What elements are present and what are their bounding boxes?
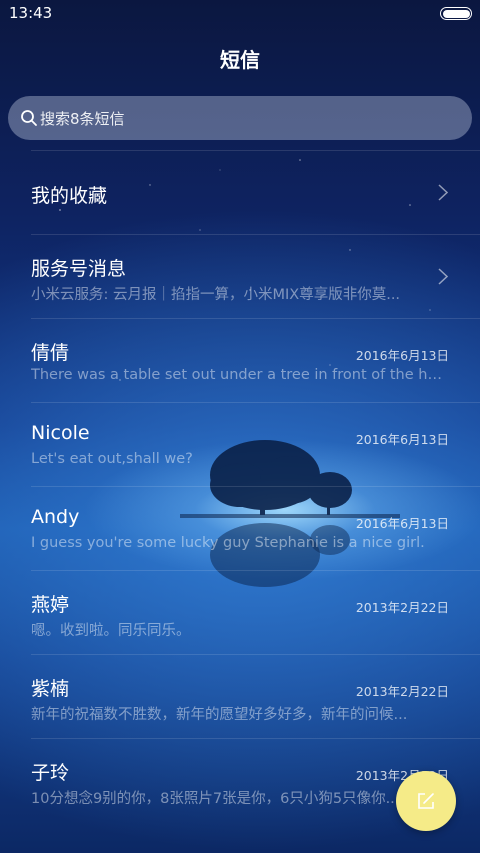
conversation-title: Nicole	[31, 422, 90, 444]
conversation-date: 2013年2月22日	[355, 600, 449, 615]
search-placeholder: 搜索8条短信	[40, 109, 125, 128]
conversation-title: 紫楠	[31, 678, 70, 700]
conversation-date: 2016年6月13日	[355, 348, 449, 363]
list-item-service-messages[interactable]: 服务号消息 小米云服务: 云月报｜掐指一算，小米MIX尊享版非你莫...	[31, 234, 480, 318]
conversation-preview: Let's eat out,shall we?	[31, 451, 193, 467]
status-bar: 13:43	[0, 0, 480, 28]
conversation-preview: 新年的祝福数不胜数，新年的愿望好多好多，新年的问候...	[31, 707, 408, 723]
conversation-date: 2016年6月13日	[355, 516, 449, 531]
list-item-conversation[interactable]: 燕婷 2013年2月22日 嗯。收到啦。同乐同乐。	[31, 570, 480, 654]
conversation-title: 我的收藏	[31, 185, 108, 207]
chevron-right-icon	[438, 268, 448, 285]
conversation-preview: There was a table set out under a tree i…	[31, 367, 447, 383]
conversation-date: 2013年2月22日	[355, 684, 449, 699]
conversation-list: 我的收藏 服务号消息 小米云服务: 云月报｜掐指一算，小米MIX尊享版非你莫..…	[0, 150, 480, 822]
page-title: 短信	[220, 48, 260, 72]
search-bar[interactable]: 搜索8条短信	[8, 96, 472, 140]
conversation-title: 服务号消息	[31, 258, 127, 280]
list-item-conversation[interactable]: 紫楠 2013年2月22日 新年的祝福数不胜数，新年的愿望好多好多，新年的问候.…	[31, 654, 480, 738]
list-item-conversation[interactable]: 倩倩 2016年6月13日 There was a table set out …	[31, 318, 480, 402]
compose-button[interactable]	[396, 771, 456, 831]
conversation-title: 子玲	[31, 762, 70, 784]
conversation-title: Andy	[31, 506, 80, 528]
chevron-right-icon	[438, 184, 448, 201]
battery-icon	[440, 7, 472, 20]
conversation-preview: 10分想念9别的你，8张照片7张是你，6只小狗5只像你...	[31, 791, 400, 807]
conversation-date: 2016年6月13日	[355, 432, 449, 447]
conversation-title: 燕婷	[31, 594, 70, 616]
conversation-preview: 嗯。收到啦。同乐同乐。	[31, 623, 191, 639]
conversation-title: 倩倩	[31, 342, 70, 364]
list-item-conversation[interactable]: Nicole 2016年6月13日 Let's eat out,shall we…	[31, 402, 480, 486]
battery-level-fill	[442, 9, 470, 18]
search-icon	[21, 110, 37, 126]
list-item-favorites[interactable]: 我的收藏	[31, 150, 480, 234]
conversation-preview: 小米云服务: 云月报｜掐指一算，小米MIX尊享版非你莫...	[31, 287, 401, 303]
status-time: 13:43	[9, 4, 53, 22]
compose-icon	[418, 793, 434, 809]
list-item-conversation[interactable]: Andy 2016年6月13日 I guess you're some luck…	[31, 486, 480, 570]
conversation-preview: I guess you're some lucky guy Stephanie …	[31, 535, 425, 551]
